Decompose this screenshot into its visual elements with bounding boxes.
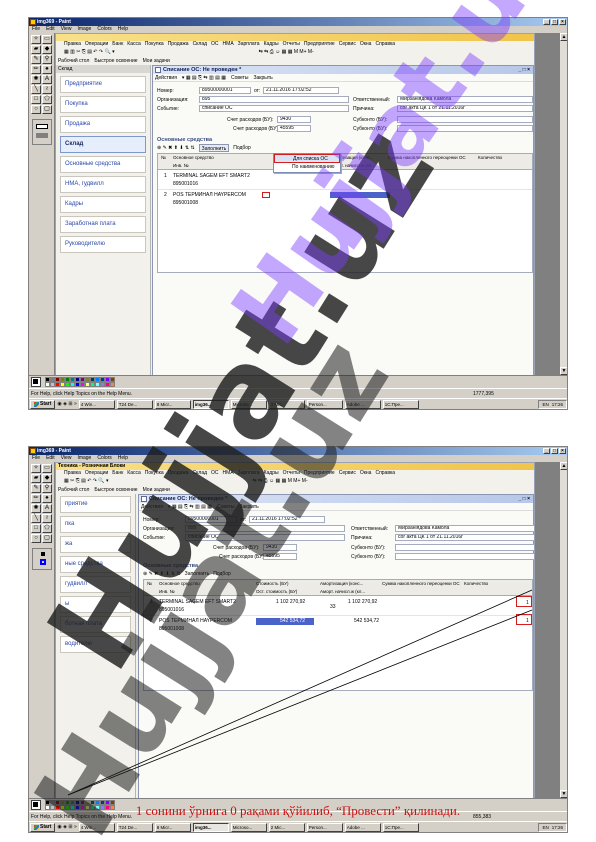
arrow-line-1 xyxy=(67,589,533,796)
page: img369 - Paint _ □ × File Edit View Imag… xyxy=(0,0,596,842)
arrow-line-2 xyxy=(67,609,533,796)
annotation-arrows xyxy=(67,589,533,796)
caption: 1 сонини ўрнига 0 рақами қўйилиб, “Прове… xyxy=(135,803,461,818)
